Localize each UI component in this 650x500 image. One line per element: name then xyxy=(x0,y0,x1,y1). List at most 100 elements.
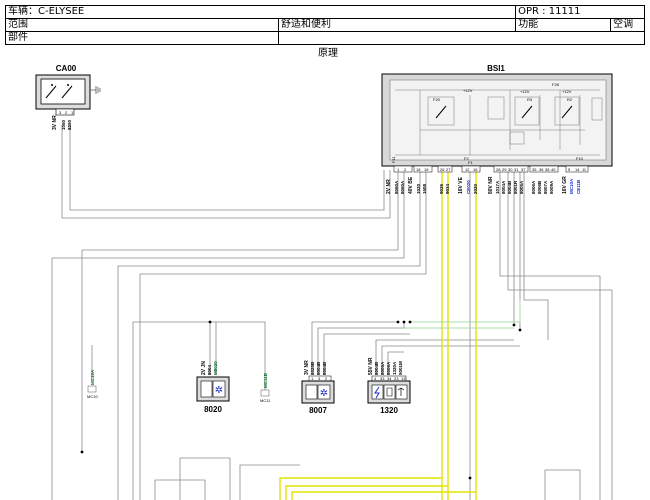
bsi1-pin: 19 xyxy=(424,167,429,172)
bsi1-code: 8005A xyxy=(519,180,524,194)
c8020-name: 8020 xyxy=(204,405,222,414)
bsi1-code-blue: CE11B xyxy=(576,179,581,194)
bsi1-pin: 18 xyxy=(416,167,421,172)
component-mc10: MC10A MC10 xyxy=(87,369,98,399)
mc10-connector xyxy=(87,385,97,393)
wire-bsi-left-3 xyxy=(117,170,421,500)
c1320-pin: 33 xyxy=(380,376,385,381)
component-ca00: CA00 3 2 1 3V NR 1050 8250 xyxy=(35,64,101,130)
junction-dot xyxy=(518,328,522,332)
mc10-code: MC10A xyxy=(90,369,95,385)
c8007-code: 8004B xyxy=(316,361,321,375)
component-8020: 2V JN 8004 M8020 ✲ 8020 xyxy=(196,361,230,414)
bsi1-pin: 35 xyxy=(532,167,537,172)
bsi1-code: 8060A xyxy=(394,180,399,194)
bsi1-code: 1608 xyxy=(422,183,427,194)
wire-ca00-bsi-1 xyxy=(61,125,391,219)
wire-green-1 xyxy=(410,300,521,323)
bsi1-pin: 31 xyxy=(514,167,519,172)
c8020-cell xyxy=(200,380,213,398)
bsi1-code: 1020 xyxy=(416,183,421,194)
junction-dot xyxy=(402,320,406,324)
bsi1-pin: 37 xyxy=(521,167,526,172)
wiring-diagram: 原理 CA00 3 2 1 3V NR 1050 8250 BSI1 +12V … xyxy=(35,47,613,500)
c1320-name: 1320 xyxy=(380,406,398,415)
gray-wires xyxy=(51,125,613,500)
bsi1-plus12v: +12V xyxy=(562,89,572,94)
bsi1-pin: 36 xyxy=(539,167,544,172)
bsi1-pin: 40 xyxy=(551,167,556,172)
bsi1-pin: 14 xyxy=(575,167,580,172)
component-8007: 3V NR 8020B 8004B 8004B 1 3 2 ✲ 8007 xyxy=(301,360,335,415)
junction-dot xyxy=(80,450,84,454)
bsi1-pin: 38 xyxy=(545,167,550,172)
bsi1-code-blue: CE020 xyxy=(466,180,471,194)
component-bsi1: BSI1 +12V +12V +12V F28 F20 R3 R2 F11 F2… xyxy=(381,64,613,194)
c8020-code: M8020 xyxy=(213,361,218,375)
c8007-name: 8007 xyxy=(309,406,327,415)
wire-yellow-4 xyxy=(279,477,442,500)
junction-dot xyxy=(408,320,412,324)
junction-dots xyxy=(80,320,522,480)
bsi1-plus12v: +12V xyxy=(520,89,530,94)
bsi1-pin: 26 xyxy=(440,167,445,172)
bsi1-harness: 16V VE xyxy=(458,176,464,194)
bsi1-plus12v: +12V xyxy=(463,88,473,93)
bsi1-code-blue: MC10A xyxy=(569,178,574,194)
green-wires xyxy=(404,300,521,329)
c8007-code: 8004B xyxy=(322,361,327,375)
bsi1-harness: 80V NR xyxy=(488,176,494,194)
ca00-dot xyxy=(51,84,53,86)
bsi1-pin: 16 xyxy=(473,167,478,172)
mc11-connector xyxy=(260,389,270,397)
wire-bsi-left-1 xyxy=(81,170,399,452)
bsi1-pin: 30 xyxy=(508,167,513,172)
bsi1-name: BSI1 xyxy=(487,64,505,73)
wire-bottom-4 xyxy=(544,469,581,500)
bsi1-f1: F1 xyxy=(468,160,473,165)
bsi1-f11: F11 xyxy=(391,156,396,163)
c1320-cell xyxy=(383,384,396,400)
ca00-name: CA00 xyxy=(56,64,77,73)
bsi1-harness: 40V BE xyxy=(408,176,414,194)
bsi1-code: 2020 xyxy=(473,183,478,194)
wire-bsi-left-4 xyxy=(139,170,427,500)
ca00-dot xyxy=(67,84,69,86)
mc10-label: MC10 xyxy=(87,394,98,399)
wire-ca00-bsi-2 xyxy=(69,125,385,211)
c1320-pin: 34 xyxy=(387,376,392,381)
ca00-code: 1050 xyxy=(61,119,66,130)
wire-yellow-5 xyxy=(285,485,448,500)
c8020-gear-icon: ✲ xyxy=(215,385,223,396)
bsi1-r-label: F20 xyxy=(433,97,441,102)
c1320-code: 5001M xyxy=(398,361,403,375)
wire-8020-loop xyxy=(132,321,266,500)
junction-dot xyxy=(512,323,516,327)
ca00-harness: 3V NR xyxy=(52,115,58,130)
ca00-code: 8250 xyxy=(67,119,72,130)
wire-bottom-3 xyxy=(239,464,300,500)
bsi1-f28: F28 xyxy=(552,82,560,87)
bsi1-code: 1017A xyxy=(495,180,500,194)
bsi1-code: 9034 xyxy=(445,183,450,194)
junction-dot xyxy=(208,320,212,324)
wire-bsi-left-2 xyxy=(51,170,405,500)
bsi1-r3: R3 xyxy=(527,97,533,102)
wire-bsi-1320-c xyxy=(523,170,549,340)
diagram-title: 原理 xyxy=(318,47,338,59)
junction-dot xyxy=(396,320,400,324)
c1320-code: 8004B xyxy=(374,361,379,375)
component-mc11: MC11B MC11 xyxy=(260,372,271,403)
bsi1-pin: 27 xyxy=(446,167,451,172)
mc11-label: MC11 xyxy=(260,398,271,403)
bsi1-code: 8060A xyxy=(400,180,405,194)
c1320-code: 1320A xyxy=(392,361,397,375)
bsi1-code: 8006B xyxy=(537,180,542,194)
component-1320: 55V NR 8004B 8005A 8006A 1320A 5001M 4 3… xyxy=(367,357,411,415)
bsi1-pin: 28 xyxy=(496,167,501,172)
c1320-cell xyxy=(371,384,384,400)
c8007-cell xyxy=(305,384,318,400)
c8007-gear-icon: ✲ xyxy=(320,388,328,399)
bsi1-harness: 16V GR xyxy=(562,176,568,194)
c1320-code: 8006A xyxy=(386,361,391,375)
